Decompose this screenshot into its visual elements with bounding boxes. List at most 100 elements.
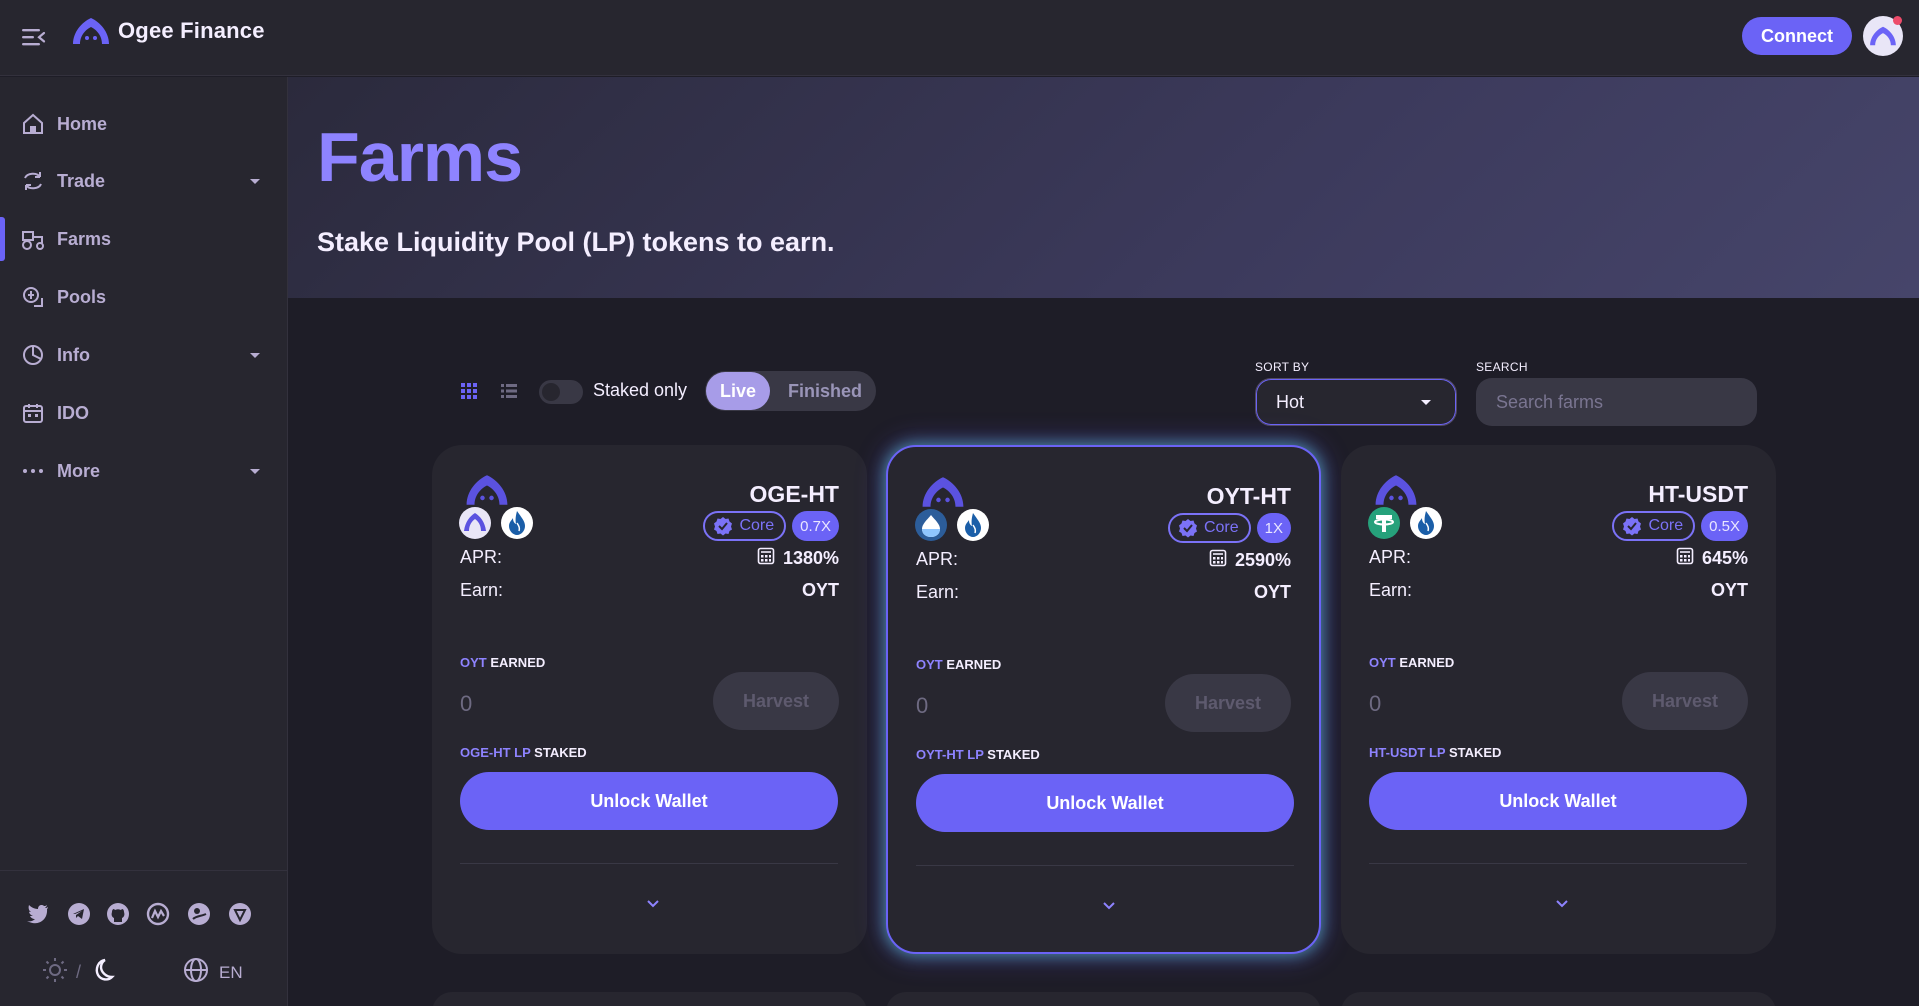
calculator-icon[interactable] (1209, 549, 1227, 572)
pools-icon (20, 284, 46, 310)
calculator-icon[interactable] (1676, 547, 1694, 570)
chevron-down-icon (1421, 400, 1431, 405)
twitter-icon[interactable] (25, 901, 51, 927)
farm-card-partial (1341, 992, 1776, 1006)
earned-label: OYT EARNED (916, 657, 1002, 672)
farms-icon (20, 226, 46, 252)
unlock-wallet-button[interactable]: Unlock Wallet (1369, 772, 1747, 830)
language-label: EN (219, 962, 243, 982)
farm-card-oyt-ht: OYT-HT Core 1X APR: 2590% Earn: OYT OYT … (886, 445, 1321, 954)
verified-icon (1623, 517, 1642, 536)
sidebar-item-trade[interactable]: Trade (0, 155, 287, 207)
sidebar-item-pools[interactable]: Pools (0, 271, 287, 323)
unlock-wallet-button[interactable]: Unlock Wallet (916, 774, 1294, 832)
ht-token-icon (501, 507, 533, 539)
sort-value: Hot (1276, 391, 1305, 412)
sidebar-item-ido[interactable]: IDO (0, 387, 287, 439)
sort-select[interactable]: Hot (1255, 378, 1457, 426)
staked-only-toggle[interactable] (539, 380, 583, 404)
farm-card-partial (886, 992, 1321, 1006)
sun-icon[interactable] (42, 957, 68, 988)
earn-label: Earn: (916, 582, 960, 602)
harvest-button[interactable]: Harvest (1622, 672, 1748, 730)
ogee-logo-icon (1368, 473, 1424, 507)
core-badge: Core (1612, 511, 1696, 541)
connect-button[interactable]: Connect (1742, 17, 1852, 55)
globe-icon (183, 957, 209, 988)
earned-value: 0 (916, 693, 929, 718)
active-indicator (0, 217, 5, 261)
sidebar-item-more[interactable]: More (0, 445, 287, 497)
staked-only-label: Staked only (593, 380, 688, 400)
sidebar-item-home[interactable]: Home (0, 98, 287, 150)
details-toggle[interactable] (888, 902, 1323, 910)
moon-icon[interactable] (89, 957, 115, 988)
sort-by-label: SORT BY (1255, 360, 1310, 374)
oyt-token-icon (915, 509, 947, 541)
list-view-icon[interactable] (499, 381, 519, 401)
farm-pair-name: HT-USDT (1648, 481, 1748, 507)
card-divider (1369, 863, 1747, 864)
earn-value: OYT (801, 580, 839, 600)
theme-switcher[interactable]: / (42, 957, 115, 988)
earned-label: OYT EARNED (1369, 655, 1455, 670)
sidebar-footer: / EN (0, 870, 287, 1006)
page-title: Farms (317, 118, 523, 196)
grid-view-icon[interactable] (459, 381, 479, 401)
tab-finished[interactable]: Finished (779, 372, 871, 410)
brand-name: Ogee Finance (118, 18, 265, 43)
sidebar: Home Trade Farms Pools Info IDO More / E… (0, 77, 288, 1006)
shield-icon[interactable] (227, 901, 253, 927)
sidebar-item-farms[interactable]: Farms (0, 213, 287, 265)
earned-label: OYT EARNED (460, 655, 546, 670)
language-selector[interactable]: EN (183, 957, 243, 988)
search-label: SEARCH (1476, 360, 1528, 374)
apr-label: APR: (916, 549, 959, 569)
details-toggle[interactable] (432, 900, 867, 908)
earn-value: OYT (1253, 582, 1291, 602)
harvest-button[interactable]: Harvest (713, 672, 839, 730)
theme-separator: / (76, 962, 82, 982)
verified-icon (1178, 519, 1197, 538)
ogee-logo-icon (915, 475, 971, 509)
calculator-icon[interactable] (757, 547, 775, 570)
ido-icon (20, 400, 46, 426)
multiplier-badge: 0.7X (792, 511, 839, 541)
unlock-wallet-button[interactable]: Unlock Wallet (460, 772, 838, 830)
top-bar: Ogee Finance Connect (0, 0, 1919, 76)
sidebar-item-info[interactable]: Info (0, 329, 287, 381)
earn-value: OYT (1710, 580, 1748, 600)
apr-value: 645% (1676, 547, 1748, 570)
apr-value: 1380% (757, 547, 839, 570)
coingecko-icon[interactable] (186, 901, 212, 927)
github-icon[interactable] (105, 901, 131, 927)
coinmarketcap-icon[interactable] (145, 901, 171, 927)
hero-banner: Farms Stake Liquidity Pool (LP) tokens t… (288, 77, 1919, 298)
logo[interactable]: Ogee Finance (70, 16, 265, 46)
page-subtitle: Stake Liquidity Pool (LP) tokens to earn… (317, 227, 835, 257)
telegram-icon[interactable] (66, 901, 92, 927)
toggle-knob (542, 383, 560, 401)
chevron-down-icon (1102, 902, 1115, 910)
usdt-token-icon (1368, 507, 1400, 539)
home-icon (20, 111, 46, 137)
details-toggle[interactable] (1341, 900, 1776, 908)
harvest-button[interactable]: Harvest (1165, 674, 1291, 732)
card-divider (916, 865, 1294, 866)
card-divider (460, 863, 838, 864)
notification-dot (1893, 16, 1902, 25)
apr-value: 2590% (1209, 549, 1291, 572)
core-badge: Core (1167, 513, 1251, 543)
lp-staked-label: HT-USDT LP STAKED (1369, 745, 1502, 760)
menu-toggle-icon[interactable] (20, 26, 46, 48)
chevron-down-icon (646, 900, 659, 908)
chevron-down-icon (250, 468, 260, 474)
search-input[interactable] (1476, 378, 1757, 426)
trade-icon (20, 168, 46, 194)
ogee-logo-icon (73, 18, 109, 44)
earn-label: Earn: (460, 580, 504, 600)
info-icon (20, 342, 46, 368)
tab-live[interactable]: Live (706, 372, 770, 410)
multiplier-badge: 0.5X (1701, 511, 1748, 541)
core-badge: Core (703, 511, 787, 541)
